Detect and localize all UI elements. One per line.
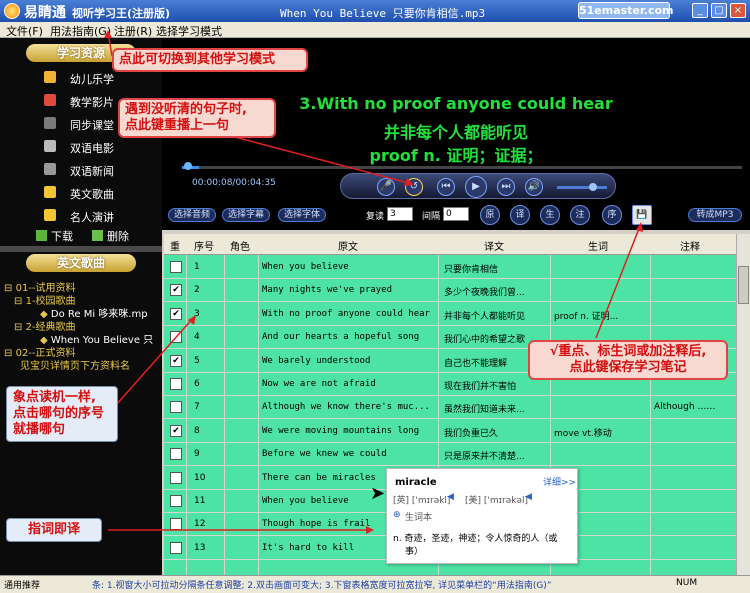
arrow-head xyxy=(366,526,374,534)
callout-translate: 指词即译 xyxy=(6,518,102,542)
callout-switch-mode: 点此可切换到其他学习模式 xyxy=(112,48,308,72)
callout-replay: 遇到没听清的句子时, 点此键重播上一句 xyxy=(118,98,276,138)
arrow-head xyxy=(636,222,643,232)
annotation-arrows xyxy=(104,30,643,534)
callout-save-notes: √重点、标生词或加注释后, 点此键保存学习笔记 xyxy=(528,340,728,380)
callout-click-number: 象点读机一样, 点击哪句的序号 就播哪句 xyxy=(6,386,118,442)
arrow-head xyxy=(404,178,414,186)
arrow-line xyxy=(107,316,195,415)
arrow-head xyxy=(104,30,112,38)
arrow-line xyxy=(595,225,641,339)
